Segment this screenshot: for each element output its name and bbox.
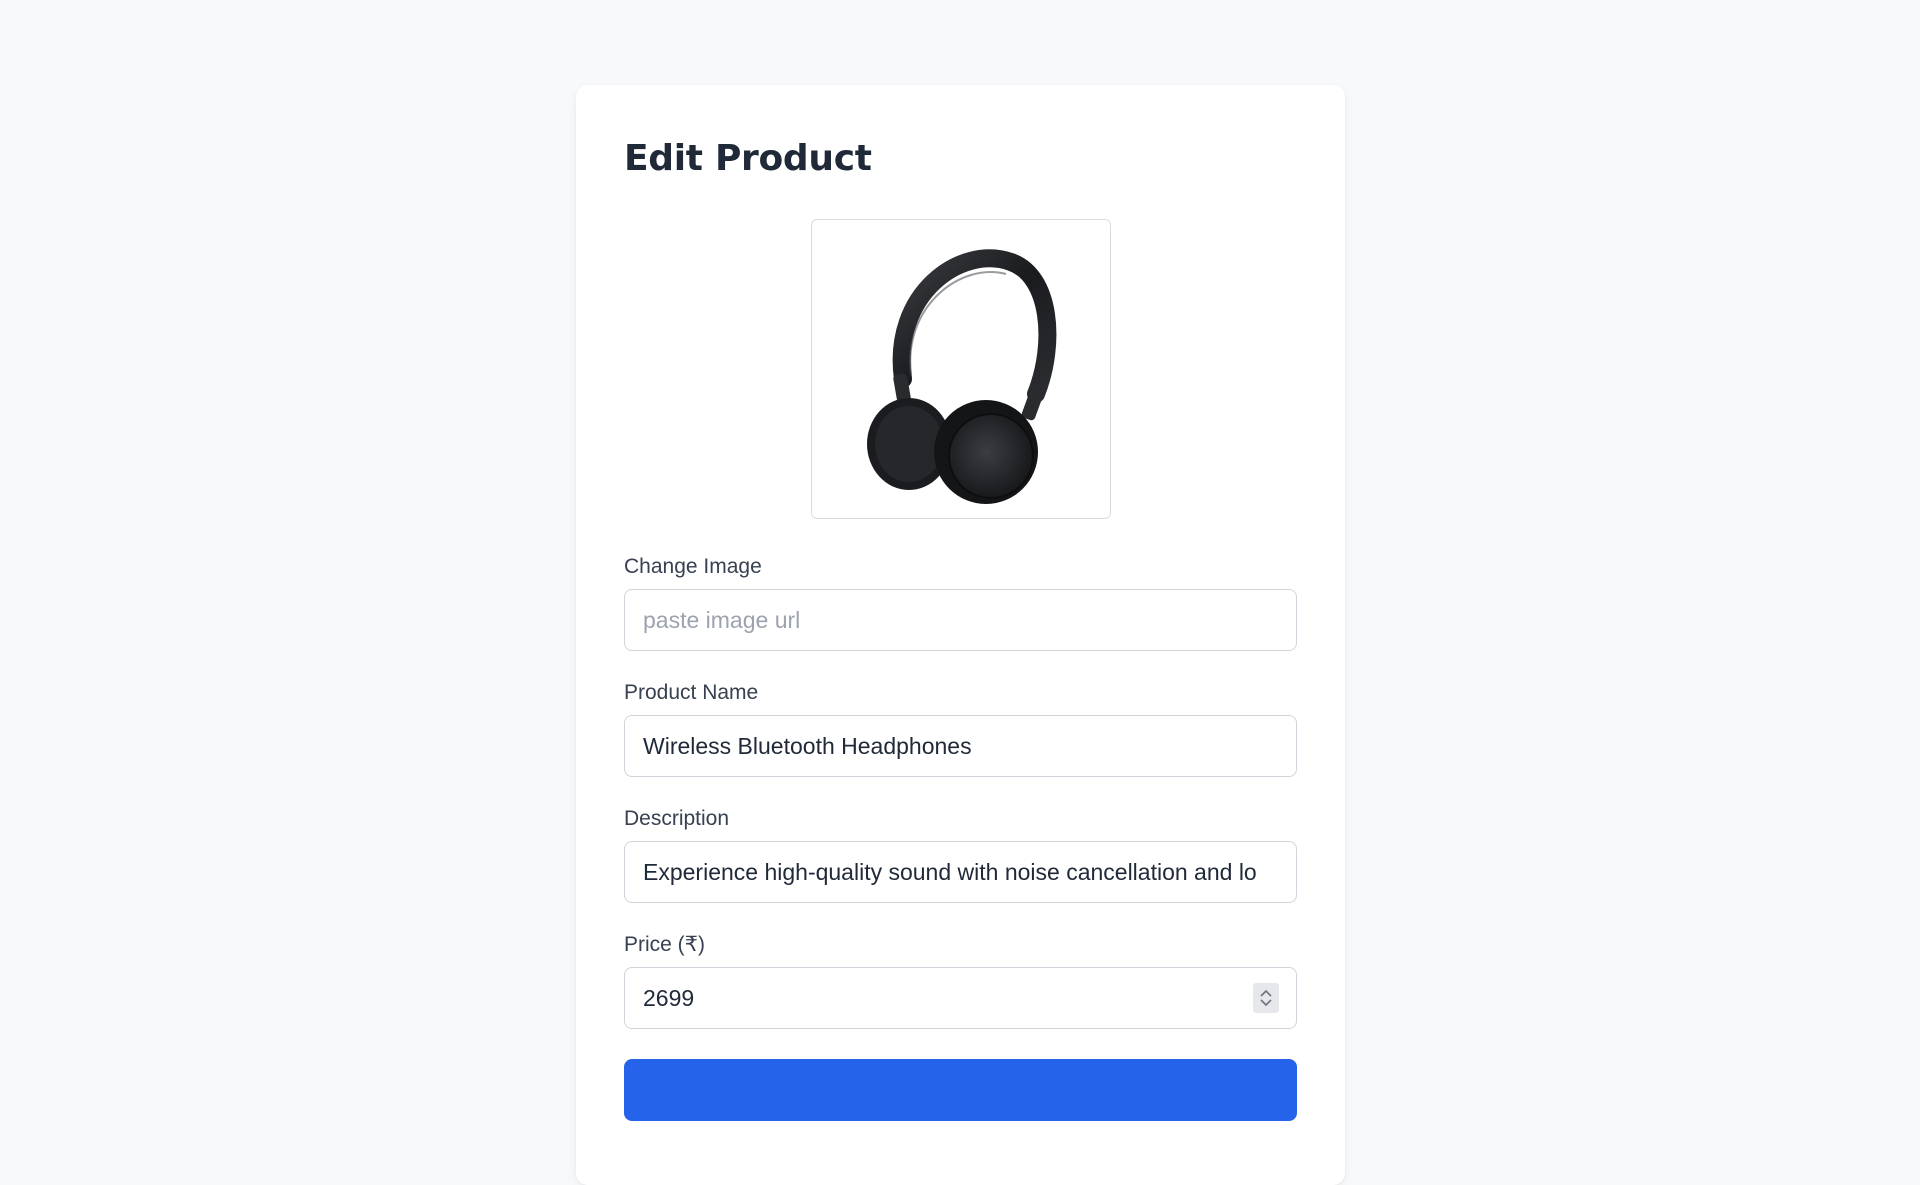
page-title: Edit Product — [624, 138, 872, 179]
price-label: Price (₹) — [624, 933, 706, 956]
product-image-preview — [810, 219, 1111, 519]
price-input[interactable] — [624, 967, 1297, 1029]
image-url-field-group: Change Image — [624, 555, 1297, 651]
chevron-down-icon[interactable] — [1260, 999, 1272, 1007]
image-url-input[interactable] — [624, 589, 1297, 651]
product-name-input[interactable] — [624, 715, 1297, 777]
description-label: Description — [624, 807, 730, 830]
description-input[interactable] — [624, 841, 1297, 903]
edit-product-card: Edit Product Change Image paste image ur… — [576, 85, 1345, 1185]
price-input-wrapper — [624, 967, 1297, 1029]
image-url-label: Change Image — [624, 555, 762, 578]
price-stepper[interactable] — [1253, 983, 1279, 1013]
product-name-label: Product Name — [624, 681, 759, 704]
product-name-field-group: Product Name — [624, 681, 1297, 777]
chevron-up-icon[interactable] — [1260, 989, 1272, 997]
save-product-button[interactable] — [624, 1059, 1297, 1121]
description-field-group: Description — [624, 807, 1297, 903]
headphones-image — [866, 249, 1056, 504]
price-field-group: Price (₹) — [624, 933, 1297, 1029]
